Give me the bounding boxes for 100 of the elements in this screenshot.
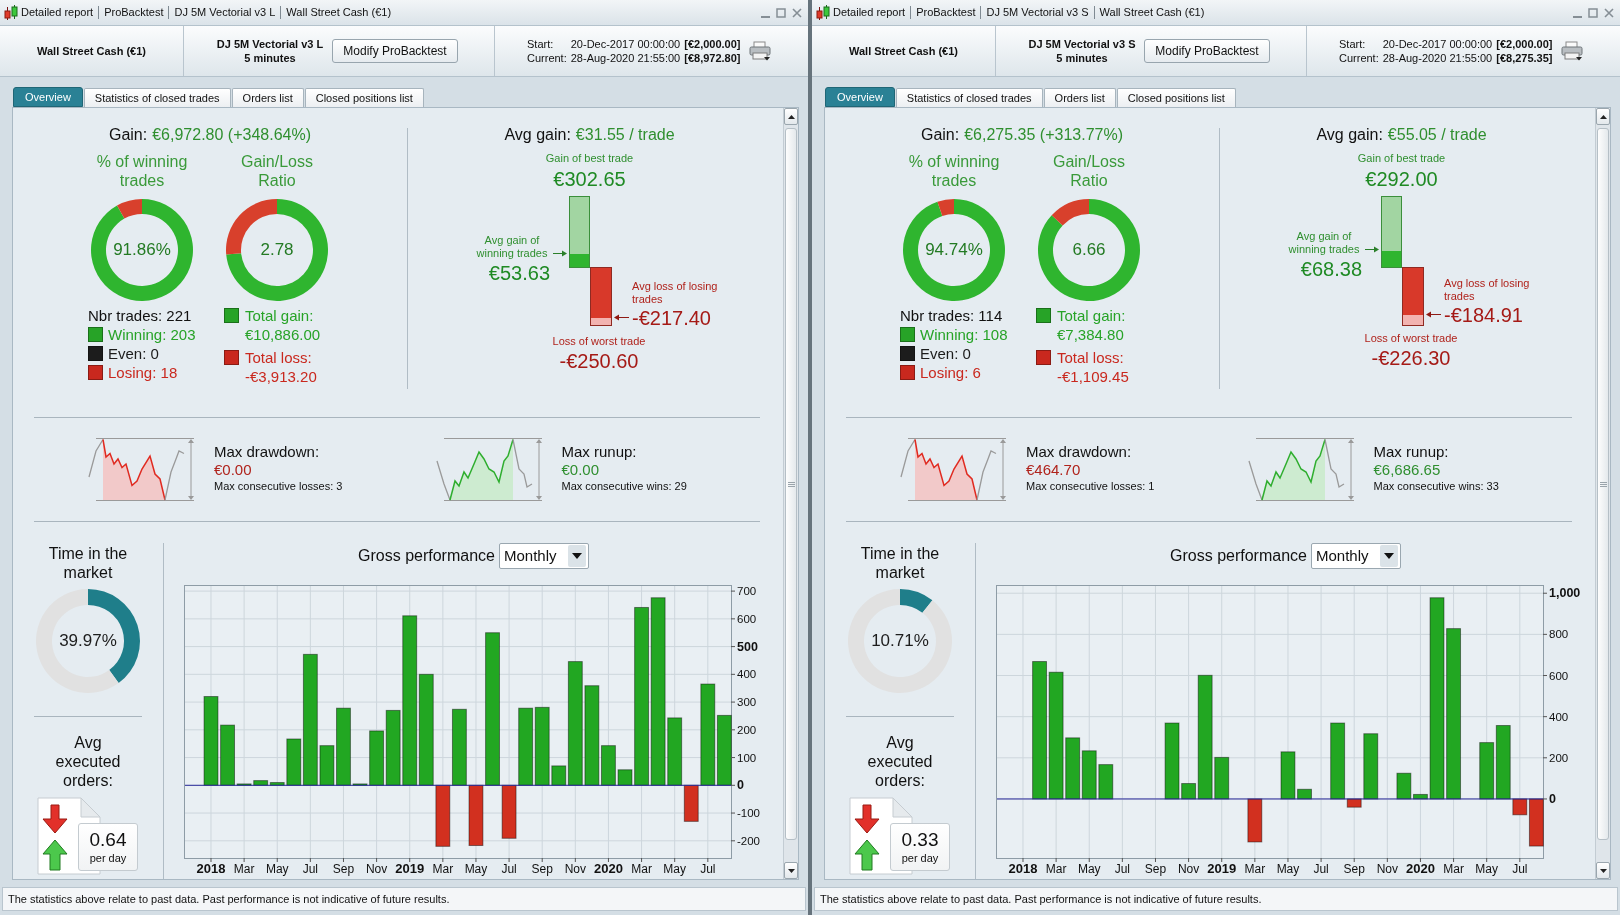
close-button[interactable]: [791, 6, 803, 19]
avg-losing-value: -€217.40: [632, 305, 711, 330]
maximize-button[interactable]: [1587, 6, 1599, 19]
donut-title: % of winning trades: [907, 152, 1001, 190]
tab[interactable]: Orders list: [231, 88, 304, 107]
scroll-down-button[interactable]: [784, 862, 798, 879]
axis-label: Mar: [233, 862, 255, 876]
worst-trade-label: Loss of worst trade: [1364, 330, 1458, 345]
axis-label: Mar: [631, 862, 652, 876]
scrollbar-thumb[interactable]: [1597, 128, 1609, 840]
period-dropdown[interactable]: Monthly: [1310, 543, 1401, 569]
axis-label: 700: [737, 585, 757, 598]
trade-count-text: Winning: 203: [108, 325, 196, 344]
extreme-detail: Max consecutive losses: 3: [214, 479, 343, 493]
title-text: DJ 5M Vectorial v3 L: [174, 5, 276, 21]
axis-label: Nov: [564, 862, 586, 876]
axis-label: 800: [1549, 628, 1569, 641]
axis-label: 0: [1549, 791, 1556, 806]
up-caret-icon: [787, 114, 795, 119]
axis-label: Mar: [1443, 862, 1464, 876]
candlestick-app-icon: [4, 4, 18, 21]
modify-backtest-button[interactable]: Modify ProBacktest: [1144, 39, 1270, 63]
tab[interactable]: Statistics of closed trades: [895, 88, 1043, 107]
avg-orders-title: Avg executed orders:: [54, 733, 122, 790]
extreme-value: €464.70: [1026, 461, 1082, 479]
chart-title: Gross performance: [1170, 546, 1307, 566]
best-trade-label: Gain of best trade: [1357, 151, 1446, 165]
donut-value: 91.86%: [113, 239, 171, 262]
tab[interactable]: Overview: [825, 87, 895, 107]
tab[interactable]: Orders list: [1043, 88, 1116, 107]
chart-bar: [1247, 798, 1263, 843]
axis-label: Jul: [700, 862, 716, 876]
system-name: DJ 5M Vectorial v3 L: [216, 37, 324, 51]
axis-label: Jul: [1313, 862, 1329, 876]
tab[interactable]: Statistics of closed trades: [83, 88, 231, 107]
worst-trade-value: -€226.30: [1371, 345, 1451, 370]
scroll-up-button[interactable]: [1596, 108, 1610, 125]
avg-gain-label: Avg gain:: [504, 125, 571, 145]
donut-title: Gain/Loss Ratio: [1051, 152, 1126, 190]
axis-label: 200: [737, 723, 757, 736]
close-icon: [1604, 7, 1614, 18]
axis-label: Mar: [1244, 862, 1266, 876]
axis-label: Nov: [1177, 862, 1200, 876]
total-value: -€3,913.20: [244, 367, 318, 386]
axis-label: 2018: [196, 861, 226, 876]
arrow-right-icon: [553, 250, 567, 258]
donut-title: % of winning trades: [95, 152, 189, 190]
maximize-button[interactable]: [775, 6, 787, 19]
chart-bar: [1081, 750, 1097, 800]
chart-title: Gross performance: [358, 546, 495, 566]
axis-label: 2018: [1008, 861, 1038, 876]
tab[interactable]: Overview: [13, 87, 83, 107]
printer-icon[interactable]: [748, 41, 771, 61]
axis-label: 1,000: [1549, 586, 1581, 601]
system-name: DJ 5M Vectorial v3 S: [1028, 37, 1136, 51]
modify-backtest-button[interactable]: Modify ProBacktest: [332, 39, 458, 63]
title-text: ProBacktest: [916, 5, 976, 21]
maximize-icon: [1588, 7, 1598, 18]
chart-bar: [1479, 742, 1495, 800]
total-label: Total loss:: [245, 348, 312, 367]
axis-label: Jul: [302, 862, 319, 876]
scroll-down-button[interactable]: [1596, 862, 1610, 879]
close-button[interactable]: [1603, 6, 1615, 19]
tab[interactable]: Closed positions list: [304, 88, 424, 107]
best-trade-value: €302.65: [553, 167, 626, 191]
chart-bar: [1098, 764, 1114, 800]
period-dropdown[interactable]: Monthly: [498, 543, 589, 569]
gain-value: €6,275.35 (+313.77%): [964, 125, 1123, 145]
axis-label: 600: [1549, 669, 1569, 682]
time-in-market-value: 39.97%: [59, 630, 117, 653]
orders-rate-unit: per day: [901, 851, 939, 865]
axis-label: 2019: [395, 861, 425, 876]
axis-label: May: [265, 862, 289, 876]
gain-label: Gain:: [108, 125, 148, 145]
axis-label: 400: [737, 668, 757, 681]
caret-down-icon: [1383, 553, 1394, 559]
avg-losing-label: Avg loss of losing trades: [631, 279, 719, 306]
worst-trade-value: -€250.60: [559, 348, 639, 373]
total-value: €7,384.80: [1056, 325, 1125, 344]
tab[interactable]: Closed positions list: [1116, 88, 1236, 107]
axis-label: 100: [737, 751, 757, 764]
axis-label: May: [663, 862, 687, 876]
instrument-name: Wall Street Cash (€1): [37, 43, 146, 59]
orders-rate-value: 0.33: [901, 829, 939, 851]
axis-label: Mar: [1045, 862, 1067, 876]
axis-label: -200: [737, 834, 761, 847]
scroll-up-button[interactable]: [784, 108, 798, 125]
axis-label: May: [464, 862, 488, 876]
trade-count-text: Winning: 108: [920, 325, 1008, 344]
total-label: Total gain:: [245, 306, 314, 325]
axis-label: Nov: [365, 862, 388, 876]
printer-icon[interactable]: [1560, 41, 1583, 61]
minimize-icon: [1572, 15, 1582, 18]
axis-label: Sep: [332, 862, 355, 876]
donut-title: Gain/Loss Ratio: [239, 152, 314, 190]
scrollbar-thumb[interactable]: [785, 128, 797, 840]
extreme-value: €6,686.65: [1373, 461, 1442, 479]
period-date: 20-Dec-2017 00:00:00: [1382, 37, 1493, 51]
avg-gain-value: €55.05 / trade: [1387, 125, 1487, 145]
avg-winning-value: €53.63: [488, 261, 551, 286]
